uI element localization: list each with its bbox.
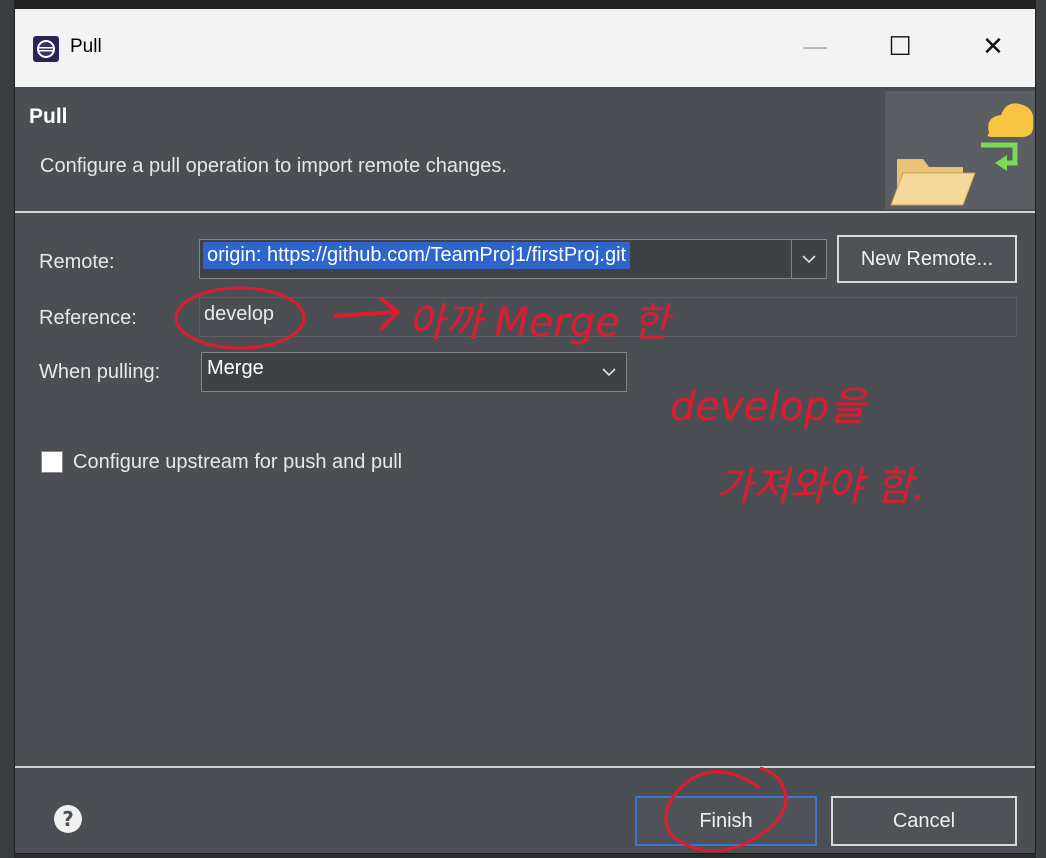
chevron-down-icon[interactable] — [791, 240, 826, 278]
when-pulling-combo[interactable]: Merge — [201, 352, 627, 392]
configure-upstream-label[interactable]: Configure upstream for push and pull — [73, 451, 402, 474]
when-pulling-value: Merge — [207, 357, 264, 379]
finish-button[interactable]: Finish — [635, 796, 817, 846]
banner-title: Pull — [29, 105, 68, 128]
footer-separator — [15, 766, 1035, 768]
minimize-button[interactable]: — — [785, 25, 845, 69]
background-right-strip — [1036, 0, 1046, 858]
remote-combo[interactable]: origin: https://github.com/TeamProj1/fir… — [199, 239, 827, 279]
reference-field[interactable]: develop — [199, 297, 1017, 337]
configure-upstream-checkbox[interactable] — [41, 451, 63, 473]
eclipse-app-icon — [33, 36, 59, 62]
pull-wizard-icon — [885, 91, 1035, 209]
reference-label: Reference: — [39, 307, 137, 329]
remote-label: Remote: — [39, 251, 115, 273]
background-left-strip — [0, 0, 14, 858]
close-button[interactable]: ✕ — [963, 25, 1023, 69]
title-bar[interactable]: Pull — ☐ ✕ — [15, 9, 1035, 87]
help-glyph: ? — [62, 807, 74, 831]
background-top-bar — [0, 0, 1046, 8]
window-title: Pull — [70, 36, 102, 57]
banner-description: Configure a pull operation to import rem… — [40, 155, 507, 177]
new-remote-button[interactable]: New Remote... — [837, 235, 1017, 283]
maximize-button[interactable]: ☐ — [870, 25, 930, 69]
wizard-banner: Pull Configure a pull operation to impor… — [15, 87, 1035, 213]
chevron-down-icon[interactable] — [592, 353, 626, 391]
pull-dialog: Pull — ☐ ✕ Pull Configure a pull operati… — [14, 8, 1036, 854]
reference-value: develop — [204, 303, 275, 325]
when-pulling-label: When pulling: — [39, 361, 161, 383]
cancel-button[interactable]: Cancel — [831, 796, 1017, 846]
help-icon[interactable]: ? — [53, 804, 83, 834]
remote-value: origin: https://github.com/TeamProj1/fir… — [203, 242, 631, 269]
